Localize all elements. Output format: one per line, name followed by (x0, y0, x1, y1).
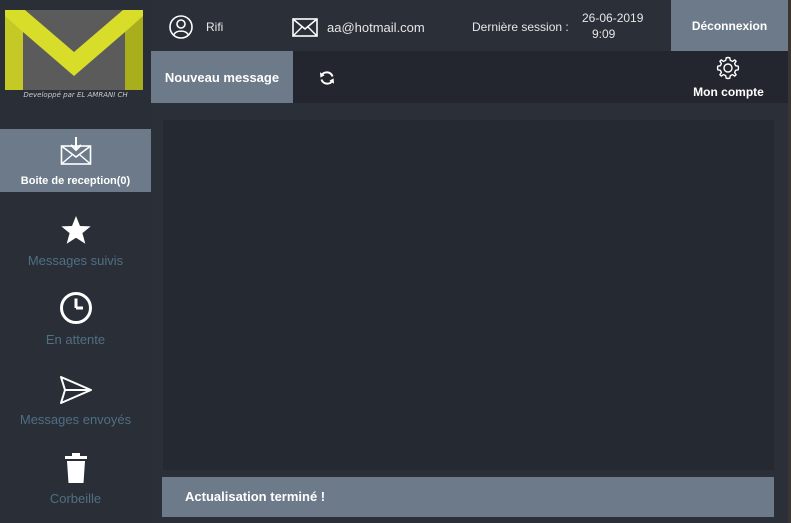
account-button[interactable]: Mon compte (681, 55, 776, 101)
gear-icon (716, 56, 740, 80)
paper-plane-icon (0, 369, 151, 405)
logout-button[interactable]: Déconnexion (671, 0, 788, 51)
sidebar-item-followed[interactable]: Messages suivis (0, 210, 151, 274)
sidebar-item-label: Messages envoyés (19, 412, 132, 427)
sidebar: Developpé par EL AMRANI CH Boite de rece… (0, 0, 156, 523)
sidebar-item-label: Messages suivis (27, 253, 124, 268)
sidebar-item-pending[interactable]: En attente (0, 289, 151, 353)
status-message: Actualisation terminé ! (185, 489, 326, 504)
account-label: Mon compte (693, 85, 764, 99)
refresh-icon (320, 71, 334, 85)
top-bar: Rifi aa@hotmail.com Dernière session : 2… (151, 0, 788, 51)
clock-icon (0, 289, 151, 325)
sidebar-item-label: Boite de reception(0) (20, 175, 131, 187)
user-icon (169, 15, 193, 39)
username: Rifi (206, 20, 224, 34)
status-bar: Actualisation terminé ! (162, 477, 774, 517)
app-logo (5, 10, 143, 90)
developer-credit: Developpé par EL AMRANI CH (23, 91, 128, 99)
inbox-download-icon (0, 133, 151, 166)
new-message-button[interactable]: Nouveau message (151, 51, 293, 103)
sidebar-item-label: En attente (45, 332, 106, 347)
star-icon (0, 210, 151, 246)
refresh-button[interactable] (316, 67, 338, 89)
mail-client-window: Developpé par EL AMRANI CH Boite de rece… (0, 0, 788, 523)
mail-icon (292, 18, 318, 37)
trash-icon (0, 448, 151, 484)
last-session-date: 26-06-2019 (582, 11, 644, 25)
sidebar-item-sent[interactable]: Messages envoyés (0, 369, 151, 433)
last-session-label: Dernière session : (472, 20, 569, 34)
sidebar-item-trash[interactable]: Corbeille (0, 448, 151, 512)
sidebar-item-label: Corbeille (49, 491, 102, 506)
sidebar-item-inbox[interactable]: Boite de reception(0) (0, 129, 151, 192)
toolbar: Nouveau message Mon compte (151, 51, 788, 103)
main-content: Actualisation terminé ! (151, 103, 788, 523)
user-email: aa@hotmail.com (327, 20, 425, 35)
message-list[interactable] (163, 120, 774, 470)
last-session-time: 9:09 (592, 27, 616, 41)
